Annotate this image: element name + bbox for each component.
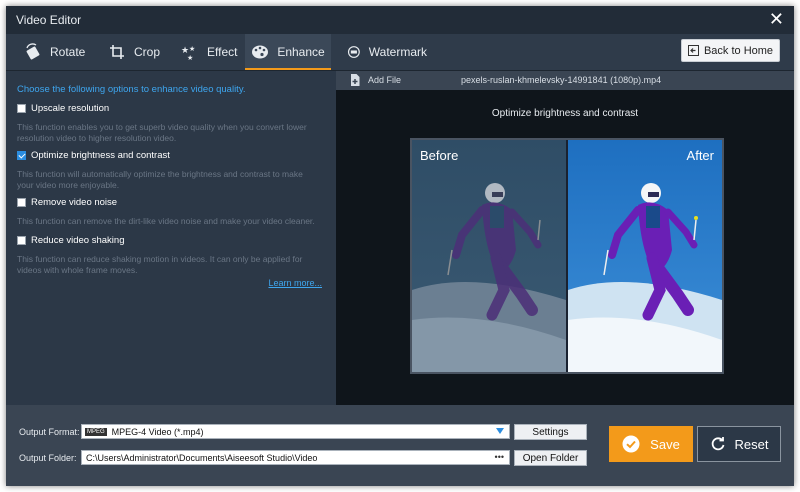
browse-folder-icon[interactable]: •••	[495, 452, 504, 462]
output-bar: Output Format: MPEG MPEG-4 Video (*.mp4)…	[6, 405, 794, 486]
tab-effect[interactable]: ★ ★ ★ Effect	[181, 34, 243, 70]
tab-crop-label: Crop	[134, 45, 161, 59]
tab-crop[interactable]: Crop	[108, 34, 168, 70]
output-folder-label: Output Folder:	[19, 453, 77, 463]
tab-enhance-label: Enhance	[277, 45, 325, 59]
after-pane: After	[568, 140, 722, 372]
window-title: Video Editor	[16, 13, 82, 27]
upscale-resolution-option[interactable]: Upscale resolution	[17, 103, 109, 114]
reduce-shaking-desc: This function can reduce shaking motion …	[17, 254, 303, 275]
add-file-label: Add File	[368, 75, 402, 85]
optimize-brightness-label: Optimize brightness and contrast	[31, 150, 170, 161]
enhance-intro-text: Choose the following options to enhance …	[17, 84, 246, 95]
chevron-down-icon[interactable]	[496, 428, 504, 434]
remove-noise-desc: This function can remove the dirt-like v…	[17, 216, 315, 226]
close-icon[interactable]: ✕	[769, 9, 784, 29]
reset-button[interactable]: Reset	[697, 426, 781, 462]
effect-stars-icon: ★ ★★	[181, 45, 195, 61]
tab-rotate-label: Rotate	[50, 45, 86, 59]
svg-text:★: ★	[189, 45, 195, 53]
reset-icon	[711, 437, 724, 451]
save-label: Save	[650, 436, 680, 452]
add-file-button[interactable]: Add File	[350, 74, 401, 86]
after-skier-image: After	[568, 140, 722, 372]
optimize-brightness-checkbox[interactable]	[17, 151, 26, 160]
crop-icon	[110, 45, 124, 59]
before-label: Before	[420, 148, 458, 163]
optimize-brightness-option[interactable]: Optimize brightness and contrast	[17, 150, 170, 161]
checkmark-circle-icon	[622, 435, 640, 453]
back-to-home-label: Back to Home	[703, 44, 774, 57]
output-format-label: Output Format:	[19, 427, 80, 437]
tab-bar: Rotate Crop ★ ★ ★ Effect Enhance Watermark…	[6, 34, 794, 71]
open-folder-button[interactable]: Open Folder	[514, 450, 587, 466]
preview-title: Optimize brightness and contrast	[491, 108, 639, 119]
reduce-shaking-option[interactable]: Reduce video shaking	[17, 235, 124, 246]
upscale-resolution-checkbox[interactable]	[17, 104, 26, 113]
file-bar: Add File pexels-ruslan-khmelevsky-149918…	[336, 71, 794, 90]
learn-more-link[interactable]: Learn more...	[268, 278, 322, 288]
mpeg-format-icon: MPEG	[85, 427, 107, 436]
palette-icon	[252, 45, 269, 59]
settings-button[interactable]: Settings	[514, 424, 587, 440]
current-file-name: pexels-ruslan-khmelevsky-14991841 (1080p…	[461, 75, 662, 85]
back-to-home-button[interactable]: Back to Home	[681, 39, 780, 62]
add-file-icon	[351, 74, 360, 86]
reduce-shaking-label: Reduce video shaking	[31, 235, 125, 246]
watermark-icon	[347, 46, 360, 58]
svg-text:★: ★	[187, 54, 193, 61]
remove-noise-checkbox[interactable]	[17, 198, 26, 207]
output-folder-field[interactable]: C:\Users\Administrator\Documents\Aiseeso…	[81, 450, 510, 465]
reset-label: Reset	[734, 436, 769, 452]
back-arrow-icon	[687, 45, 699, 56]
upscale-resolution-desc: This function enables you to get superb …	[17, 122, 307, 143]
remove-noise-option[interactable]: Remove video noise	[17, 197, 117, 208]
remove-noise-label: Remove video noise	[31, 197, 118, 208]
preview-panel: Add File pexels-ruslan-khmelevsky-149918…	[336, 71, 794, 405]
after-label: After	[687, 148, 715, 163]
before-pane: Before	[412, 140, 566, 372]
svg-text:★: ★	[181, 45, 189, 55]
video-editor-window: Video Editor ✕ Rotate Crop ★ ★ ★ Effect En…	[6, 6, 794, 486]
output-folder-value: C:\Users\Administrator\Documents\Aiseeso…	[86, 452, 318, 463]
tab-watermark[interactable]: Watermark	[347, 34, 427, 70]
tab-enhance[interactable]: Enhance	[245, 34, 331, 70]
before-skier-image: Before	[412, 140, 566, 372]
title-bar: Video Editor ✕	[6, 6, 794, 34]
tab-effect-label: Effect	[207, 45, 238, 59]
tab-rotate[interactable]: Rotate	[24, 34, 94, 70]
tab-watermark-label: Watermark	[368, 45, 427, 59]
save-button[interactable]: Save	[609, 426, 693, 462]
upscale-resolution-label: Upscale resolution	[31, 103, 110, 114]
output-format-select[interactable]: MPEG MPEG-4 Video (*.mp4)	[81, 424, 510, 439]
enhance-options-panel: Choose the following options to enhance …	[6, 71, 336, 405]
before-after-preview: Before After	[410, 138, 724, 374]
output-format-value: MPEG-4 Video (*.mp4)	[111, 426, 204, 437]
rotate-icon	[26, 43, 40, 60]
reduce-shaking-checkbox[interactable]	[17, 236, 26, 245]
optimize-brightness-desc: This function will automatically optimiz…	[17, 169, 303, 190]
